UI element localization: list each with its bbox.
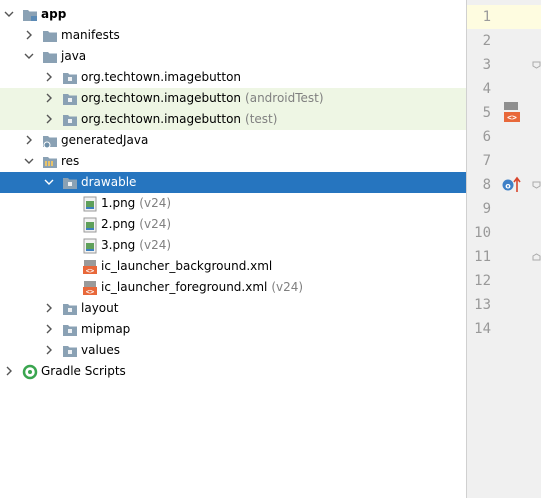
package-icon xyxy=(62,91,78,107)
line-number: 1 xyxy=(482,9,491,25)
tree-node-label: 2.png (v24) xyxy=(101,217,172,231)
chevron-down-icon[interactable] xyxy=(24,151,36,172)
editor-gutter: 1 2 3 4 5 6 7 8 9 10 11 12 13 14 <> o xyxy=(467,0,541,498)
line-number: 12 xyxy=(474,273,491,289)
svg-text:<>: <> xyxy=(507,113,517,122)
chevron-right-icon[interactable] xyxy=(44,67,56,88)
package-icon xyxy=(62,175,78,191)
line-number: 5 xyxy=(482,105,491,121)
tree-node-label: ic_launcher_foreground.xml (v24) xyxy=(101,280,304,294)
line-number: 6 xyxy=(482,129,491,145)
folder-icon xyxy=(42,28,58,44)
tree-node[interactable]: org.techtown.imagebutton (androidTest) xyxy=(0,88,466,109)
tree-node-hint: (v24) xyxy=(139,196,172,210)
tree-node[interactable]: Gradle Scripts xyxy=(0,361,466,382)
tree-node-label: drawable xyxy=(81,175,137,189)
tree-node-hint: (v24) xyxy=(139,238,172,252)
tree-node[interactable]: 2.png (v24) xyxy=(0,214,466,235)
fold-marker-icon[interactable] xyxy=(532,180,541,190)
tree-node-label: mipmap xyxy=(81,322,131,336)
tree-node[interactable]: <> ic_launcher_foreground.xml (v24) xyxy=(0,277,466,298)
gradle-icon xyxy=(22,364,38,380)
image-file-icon xyxy=(82,196,98,212)
image-file-icon xyxy=(82,217,98,233)
line-number: 14 xyxy=(474,321,491,337)
chevron-right-icon[interactable] xyxy=(44,88,56,109)
line-number: 2 xyxy=(482,33,491,49)
tree-node[interactable]: manifests xyxy=(0,25,466,46)
tree-node[interactable]: res xyxy=(0,151,466,172)
tree-node[interactable]: 1.png (v24) xyxy=(0,193,466,214)
line-number: 10 xyxy=(474,225,491,241)
tree-node-label: manifests xyxy=(61,28,120,42)
tree-node[interactable]: app xyxy=(0,4,466,25)
override-icon[interactable]: o xyxy=(501,176,523,194)
chevron-right-icon[interactable] xyxy=(24,130,36,151)
module-folder-icon xyxy=(22,7,38,23)
generated-folder-icon xyxy=(42,133,58,149)
xml-file-icon: <> xyxy=(82,280,98,296)
line-number: 9 xyxy=(482,201,491,217)
tree-node[interactable]: drawable xyxy=(0,172,466,193)
tree-node-label: Gradle Scripts xyxy=(41,364,126,378)
xml-resource-icon[interactable]: <> xyxy=(503,101,521,123)
tree-node-hint: (androidTest) xyxy=(245,91,324,105)
tree-node-hint: (v24) xyxy=(271,280,304,294)
line-number: 3 xyxy=(482,57,491,73)
tree-node-label: org.techtown.imagebutton xyxy=(81,70,242,84)
tree-node-label: layout xyxy=(81,301,119,315)
svg-text:<>: <> xyxy=(86,267,94,275)
fold-marker-icon[interactable] xyxy=(532,252,541,262)
tree-node-label: 1.png (v24) xyxy=(101,196,172,210)
line-number: 13 xyxy=(474,297,491,313)
tree-node[interactable]: mipmap xyxy=(0,319,466,340)
tree-node-label: 3.png (v24) xyxy=(101,238,172,252)
tree-node-label: java xyxy=(61,49,87,63)
chevron-right-icon[interactable] xyxy=(44,298,56,319)
chevron-right-icon[interactable] xyxy=(44,319,56,340)
tree-node-label: values xyxy=(81,343,121,357)
tree-node[interactable]: org.techtown.imagebutton (test) xyxy=(0,109,466,130)
fold-marker-icon[interactable] xyxy=(532,60,541,70)
folder-icon xyxy=(42,49,58,65)
tree-node-label: org.techtown.imagebutton (androidTest) xyxy=(81,91,324,105)
project-tree: app manifests java org.techtown.imagebutton… xyxy=(0,0,467,498)
line-number: 4 xyxy=(482,81,491,97)
chevron-down-icon[interactable] xyxy=(4,4,16,25)
package-icon xyxy=(62,343,78,359)
tree-node-label: org.techtown.imagebutton (test) xyxy=(81,112,278,126)
resource-folder-icon xyxy=(42,154,58,170)
image-file-icon xyxy=(82,238,98,254)
chevron-right-icon[interactable] xyxy=(4,361,16,382)
svg-text:o: o xyxy=(505,182,511,191)
line-number: 11 xyxy=(474,249,491,265)
tree-node[interactable]: generatedJava xyxy=(0,130,466,151)
tree-node[interactable]: <> ic_launcher_background.xml xyxy=(0,256,466,277)
xml-file-icon: <> xyxy=(82,259,98,275)
line-number: 7 xyxy=(482,153,491,169)
tree-node-label: ic_launcher_background.xml xyxy=(101,259,273,273)
tree-node[interactable]: layout xyxy=(0,298,466,319)
tree-node-label: app xyxy=(41,7,67,21)
tree-node-label: generatedJava xyxy=(61,133,149,147)
chevron-right-icon[interactable] xyxy=(44,340,56,361)
tree-node[interactable]: java xyxy=(0,46,466,67)
tree-node-label: res xyxy=(61,154,80,168)
package-icon xyxy=(62,301,78,317)
tree-node-hint: (v24) xyxy=(139,217,172,231)
tree-node[interactable]: values xyxy=(0,340,466,361)
chevron-right-icon[interactable] xyxy=(44,109,56,130)
chevron-down-icon[interactable] xyxy=(24,46,36,67)
package-icon xyxy=(62,322,78,338)
tree-node-hint: (test) xyxy=(245,112,278,126)
chevron-down-icon[interactable] xyxy=(44,172,56,193)
chevron-right-icon[interactable] xyxy=(24,25,36,46)
line-number: 8 xyxy=(482,177,491,193)
package-icon xyxy=(62,112,78,128)
svg-text:<>: <> xyxy=(86,288,94,296)
package-icon xyxy=(62,70,78,86)
tree-node[interactable]: org.techtown.imagebutton xyxy=(0,67,466,88)
tree-node[interactable]: 3.png (v24) xyxy=(0,235,466,256)
